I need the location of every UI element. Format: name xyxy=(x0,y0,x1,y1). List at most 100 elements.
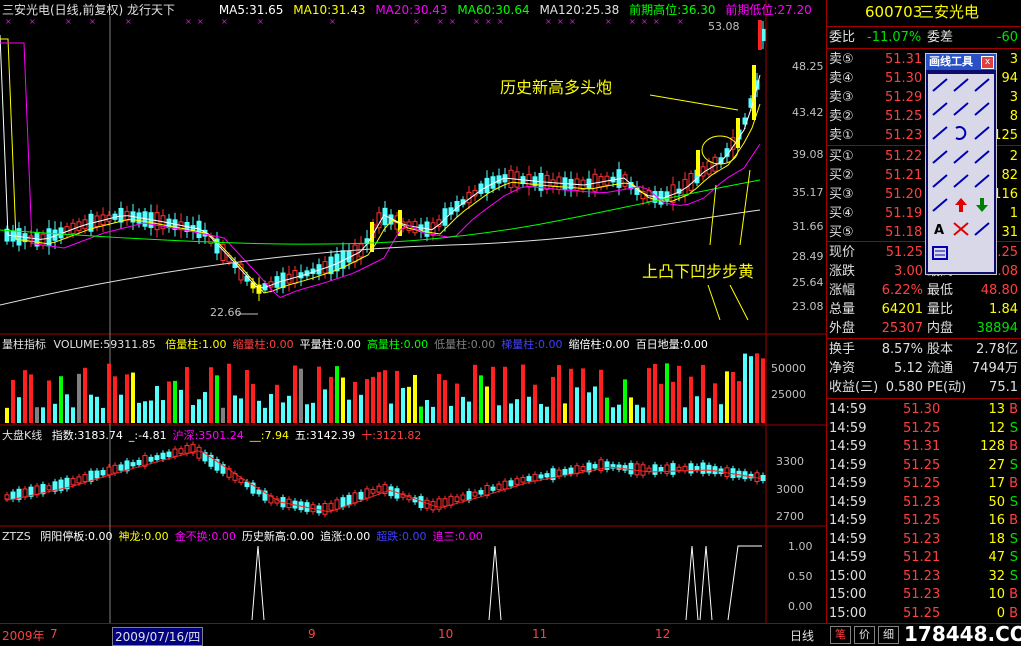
volume-bar xyxy=(281,402,285,423)
up-arrow-icon[interactable] xyxy=(951,196,971,214)
volume-bar xyxy=(431,406,435,423)
signal-marker: × xyxy=(545,17,552,26)
signal-marker: × xyxy=(641,17,648,26)
index-candle xyxy=(136,459,142,466)
volume-bar xyxy=(707,398,711,423)
volume-bar xyxy=(743,353,747,423)
arc-tool-icon[interactable] xyxy=(951,124,971,142)
tick-time: 14:59 xyxy=(829,494,867,510)
box-tool-icon[interactable] xyxy=(951,148,971,166)
tick-row: 14:59 51.31 128 B xyxy=(827,437,1021,456)
volume-bar xyxy=(581,368,585,423)
tab-bi[interactable]: 笔 xyxy=(830,626,851,644)
gann-tool-icon[interactable] xyxy=(930,172,950,190)
channel-tool-icon[interactable] xyxy=(972,100,992,118)
volume-bar xyxy=(605,397,609,423)
rect-tool-icon[interactable] xyxy=(972,148,992,166)
fib-tool-icon[interactable] xyxy=(972,124,992,142)
tick-row: 15:00 51.23 32 S xyxy=(827,567,1021,586)
index-candle xyxy=(172,448,178,457)
stat-value: 48.80 xyxy=(980,283,1018,298)
hide-tool-icon[interactable] xyxy=(972,220,992,238)
tick-time: 14:59 xyxy=(829,531,867,547)
tick-row: 14:59 51.25 17 B xyxy=(827,474,1021,493)
volume-bar xyxy=(329,376,333,423)
watermark: 178448.COM xyxy=(904,622,1021,646)
signal-marker: × xyxy=(473,17,480,26)
tick-price: 51.23 xyxy=(903,568,941,584)
down-arrow-icon[interactable] xyxy=(972,196,992,214)
close-icon[interactable]: x xyxy=(981,56,994,69)
volume-bar xyxy=(725,371,729,423)
price-axis-label: 25.64 xyxy=(792,276,824,289)
index-candle xyxy=(700,462,706,474)
signal-marker: × xyxy=(185,17,192,26)
buy-volume: 82 xyxy=(1001,168,1018,183)
index-candle xyxy=(178,448,184,454)
prev-low-value: 前期低位:27.20 xyxy=(725,3,812,17)
volume-bar xyxy=(203,392,207,423)
buy-price: 51.21 xyxy=(885,168,923,183)
stat-label: 现价 xyxy=(829,245,856,260)
index-legend: 大盘K线 指数:3183.74 _:-4.81 沪深:3501.24 __:7.94 五… xyxy=(2,427,421,443)
webi-label: 委比 xyxy=(829,30,856,45)
delete-tool-icon[interactable] xyxy=(951,220,971,238)
tick-volume: 0 xyxy=(996,605,1005,621)
index-candle xyxy=(580,466,586,472)
index-candle xyxy=(466,491,472,501)
ztzs-legend-item-5: 超跌:0.00 xyxy=(376,530,427,543)
fan-tool-icon[interactable] xyxy=(930,196,950,214)
volume-bar xyxy=(101,407,105,423)
volume-bar xyxy=(623,379,627,423)
text-tool-icon[interactable]: A xyxy=(930,220,950,238)
signal-marker: × xyxy=(29,17,36,26)
tab-jia[interactable]: 价 xyxy=(854,626,875,644)
wecha-value: -60 xyxy=(996,30,1018,45)
idx-axis-3000: 3000 xyxy=(776,483,804,496)
volume-bar xyxy=(395,370,399,423)
index-candle xyxy=(568,467,574,475)
volume-bar xyxy=(731,371,735,423)
period-tool-icon[interactable] xyxy=(930,148,950,166)
parallel-tool-icon[interactable] xyxy=(951,100,971,118)
volume-bar xyxy=(47,380,51,423)
drawing-tool-window[interactable]: 画线工具 x A xyxy=(925,53,997,275)
volume-legend-item-4: 低量柱:0.00 xyxy=(434,338,496,351)
index-candle xyxy=(76,476,82,484)
volume-bar xyxy=(635,404,639,423)
index-legend-item-1: _:-4.81 xyxy=(128,429,167,442)
speed-tool-icon[interactable] xyxy=(951,172,971,190)
signal-marker: × xyxy=(653,17,660,26)
volume-bar xyxy=(695,396,699,423)
extend-tool-icon[interactable] xyxy=(972,172,992,190)
signal-marker: × xyxy=(65,17,72,26)
tab-xi[interactable]: 细 xyxy=(878,626,899,644)
volume-bar xyxy=(35,407,39,423)
chart-area[interactable]: × × × × × × × × × × × × × × × × × × × × × × × × 三安光电(日线,前复权) 龙行… xyxy=(0,0,826,643)
trend-tool-icon[interactable] xyxy=(930,124,950,142)
volume-bar xyxy=(701,364,705,423)
arrow-tool-icon[interactable] xyxy=(930,100,950,118)
signal-marker: × xyxy=(329,17,336,26)
stat-value: 1.84 xyxy=(989,302,1018,317)
index-candle xyxy=(196,446,202,459)
segment-tool-icon[interactable] xyxy=(972,76,992,94)
tick-price: 51.25 xyxy=(903,513,941,528)
volume-bar xyxy=(107,363,111,423)
signal-marker: × xyxy=(485,17,492,26)
ray-tool-icon[interactable] xyxy=(951,76,971,94)
line-tool-icon[interactable] xyxy=(930,76,950,94)
tick-price: 51.31 xyxy=(903,439,941,454)
volume-bar xyxy=(191,405,195,423)
index-candle xyxy=(352,492,358,504)
volume-bar xyxy=(161,400,165,423)
tick-side: S xyxy=(1009,494,1018,510)
volume-bar xyxy=(563,403,567,423)
prev-high-value: 前期高位:36.30 xyxy=(629,3,716,17)
list-tool-icon[interactable] xyxy=(930,244,950,262)
period-label[interactable]: 日线 xyxy=(790,627,814,644)
tick-price: 51.23 xyxy=(903,587,941,602)
index-candle xyxy=(592,464,598,469)
signal-marker: × xyxy=(125,17,132,26)
volume-legend-item-0: 倍量柱:1.00 xyxy=(165,338,227,351)
